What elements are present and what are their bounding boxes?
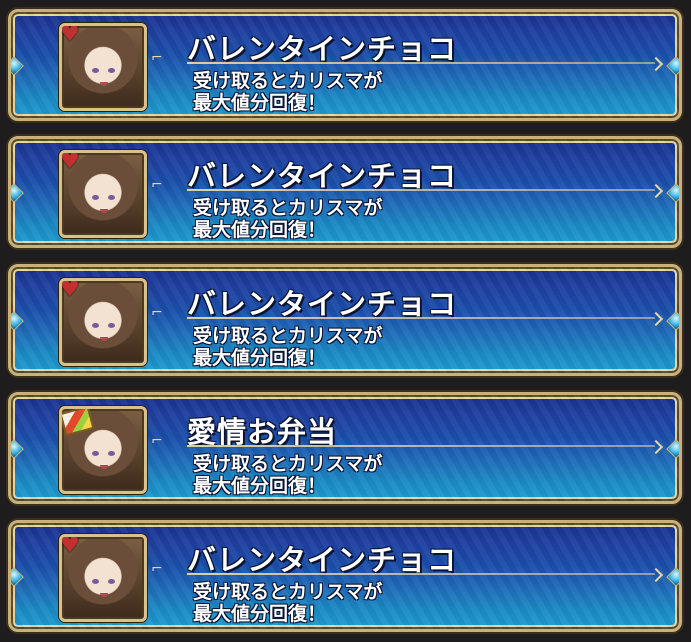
description-line-1: 受け取るとカリスマが [193, 581, 383, 603]
character-portrait: ♥ [59, 150, 147, 238]
portrait-eye [108, 579, 115, 584]
hook-ornament-icon: ⌐ [151, 305, 163, 321]
hook-ornament-icon: ⌐ [151, 177, 163, 193]
gem-ornament-icon [11, 183, 24, 203]
title-divider [187, 317, 655, 319]
gift-card[interactable]: ♥ ⌐ バレンタインチョコ 受け取るとカリスマが 最大値分回復！ [8, 136, 682, 248]
description-line-2: 最大値分回復！ [193, 603, 327, 625]
gift-card[interactable]: ♥ ⌐ バレンタインチョコ 受け取るとカリスマが 最大値分回復！ [8, 264, 682, 376]
description-line-1: 受け取るとカリスマが [193, 197, 383, 219]
gem-ornament-icon [666, 439, 679, 459]
gem-ornament-icon [666, 311, 679, 331]
description-line-1: 受け取るとカリスマが [193, 70, 383, 92]
portrait-eye [108, 68, 115, 73]
gem-ornament-icon [666, 567, 679, 587]
portrait-mouth [100, 593, 108, 597]
gift-card[interactable]: ♥ ⌐ バレンタインチョコ 受け取るとカリスマが 最大値分回復！ [8, 9, 682, 121]
hook-ornament-icon: ⌐ [151, 561, 163, 577]
character-portrait: ♥ [59, 278, 147, 366]
gift-card[interactable]: ♥ ⌐ バレンタインチョコ 受け取るとカリスマが 最大値分回復！ [8, 520, 682, 632]
portrait-eye [108, 195, 115, 200]
gem-ornament-icon [11, 439, 24, 459]
gem-ornament-icon [666, 56, 679, 76]
portrait-eye [92, 579, 99, 584]
gift-description: 受け取るとカリスマが 最大値分回復！ [193, 581, 382, 625]
gift-description: 受け取るとカリスマが 最大値分回復！ [193, 325, 382, 369]
character-portrait [59, 406, 147, 494]
description-line-2: 最大値分回復！ [193, 347, 327, 369]
gift-description: 受け取るとカリスマが 最大値分回復！ [193, 453, 382, 497]
gift-description: 受け取るとカリスマが 最大値分回復！ [193, 197, 382, 241]
gem-ornament-icon [11, 56, 24, 76]
gem-ornament-icon [11, 311, 24, 331]
description-line-1: 受け取るとカリスマが [193, 453, 383, 475]
heart-chocolate-icon: ♥ [60, 534, 80, 558]
portrait-eye [92, 195, 99, 200]
gift-list: ♥ ⌐ バレンタインチョコ 受け取るとカリスマが 最大値分回復！ ♥ ⌐ バレン… [0, 0, 691, 642]
portrait-mouth [100, 82, 108, 86]
heart-chocolate-icon: ♥ [60, 150, 80, 174]
description-line-2: 最大値分回復！ [193, 92, 327, 114]
hook-ornament-icon: ⌐ [151, 433, 163, 449]
description-line-2: 最大値分回復！ [193, 475, 327, 497]
gift-card[interactable]: ⌐ 愛情お弁当 受け取るとカリスマが 最大値分回復！ [8, 392, 682, 504]
gift-description: 受け取るとカリスマが 最大値分回復！ [193, 70, 382, 114]
hook-ornament-icon: ⌐ [151, 50, 163, 66]
title-divider [187, 62, 655, 64]
portrait-eye [108, 323, 115, 328]
gem-ornament-icon [666, 183, 679, 203]
heart-chocolate-icon: ♥ [60, 23, 80, 47]
character-portrait: ♥ [59, 534, 147, 622]
heart-chocolate-icon: ♥ [60, 278, 80, 302]
portrait-eye [92, 451, 99, 456]
description-line-1: 受け取るとカリスマが [193, 325, 383, 347]
bento-box-icon [62, 409, 95, 437]
portrait-eye [92, 323, 99, 328]
gem-ornament-icon [11, 567, 24, 587]
title-divider [187, 573, 655, 575]
description-line-2: 最大値分回復！ [193, 219, 327, 241]
character-portrait: ♥ [59, 23, 147, 111]
portrait-mouth [100, 465, 108, 469]
title-divider [187, 445, 655, 447]
portrait-eye [108, 451, 115, 456]
portrait-mouth [100, 209, 108, 213]
title-divider [187, 189, 655, 191]
portrait-eye [92, 68, 99, 73]
portrait-mouth [100, 337, 108, 341]
